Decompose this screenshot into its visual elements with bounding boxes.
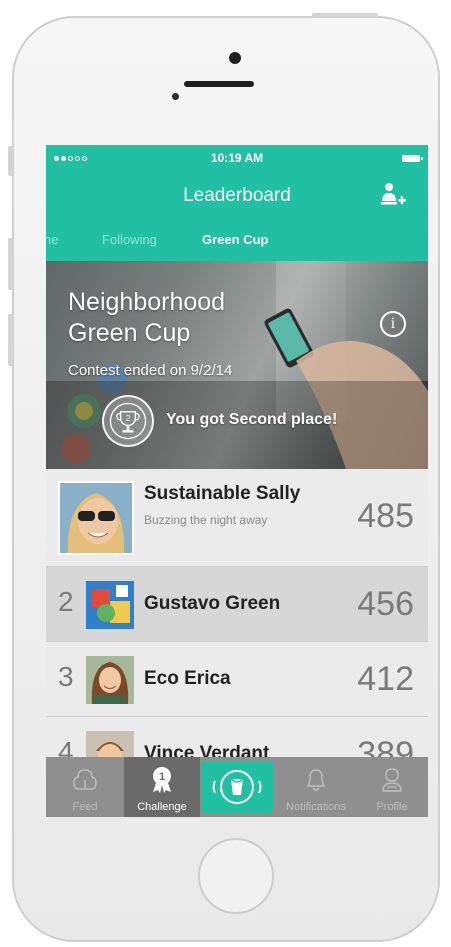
contest-title: Neighborhood Green Cup — [68, 287, 225, 349]
tab-following[interactable]: Following — [102, 232, 157, 247]
player-score: 485 — [357, 497, 414, 535]
contest-banner: Neighborhood Green Cup Contest ended on … — [46, 261, 428, 469]
mute-switch — [8, 146, 13, 176]
player-score: 412 — [357, 660, 414, 698]
contest-title-line1: Neighborhood — [68, 288, 226, 316]
player-name: Eco Erica — [144, 668, 231, 689]
center-action-icon — [212, 770, 262, 804]
placement-message: You got Second place! — [166, 411, 338, 428]
tab-feed[interactable]: Feed — [46, 757, 124, 817]
player-name: Gustavo Green — [144, 593, 281, 614]
center-action-button[interactable] — [201, 761, 273, 813]
proximity-sensor — [172, 93, 179, 100]
volume-up-button — [8, 238, 13, 290]
contest-end-date: Contest ended on 9/2/14 — [68, 362, 233, 379]
status-time: 10:19 AM — [210, 151, 264, 165]
player-score: 456 — [357, 585, 414, 623]
navigation-bar: Leaderboard — [46, 173, 428, 217]
bell-icon — [306, 769, 326, 791]
player-status: Buzzing the night away — [144, 513, 268, 527]
leaderboard-list: Sustainable Sally Buzzing the night away… — [46, 469, 428, 792]
leaderboard-row-2[interactable]: 2 Gustavo Green 456 — [46, 567, 428, 642]
player-rank: 2 — [58, 586, 74, 617]
add-friend-icon[interactable] — [378, 181, 408, 211]
tab-previous[interactable]: ne — [46, 232, 58, 247]
player-name: Sustainable Sally — [144, 483, 301, 504]
page-title: Leaderboard — [183, 185, 291, 206]
power-button — [312, 13, 378, 18]
avatar — [86, 581, 134, 629]
leaderboard-row-1[interactable]: Sustainable Sally Buzzing the night away… — [46, 469, 428, 567]
tab-label: Profile — [376, 801, 408, 813]
profile-icon — [382, 768, 402, 792]
player-rank: 3 — [58, 661, 74, 692]
volume-down-button — [8, 314, 13, 366]
info-icon[interactable]: i — [380, 311, 406, 337]
earpiece-speaker — [184, 75, 254, 93]
tab-green-cup[interactable]: Green Cup — [202, 232, 268, 247]
tab-label: Challenge — [137, 801, 187, 813]
trophy-badge-icon: 2 — [102, 395, 154, 447]
challenge-icon: 1 — [153, 767, 171, 793]
feed-icon — [73, 769, 97, 790]
status-bar: 10:19 AM — [46, 145, 428, 173]
avatar — [58, 481, 134, 555]
battery-icon — [402, 155, 423, 162]
tab-challenge[interactable]: 1 Challenge — [124, 757, 200, 817]
tab-profile[interactable]: Profile — [356, 757, 428, 817]
badge-number: 2 — [126, 413, 131, 423]
app-screen: 10:19 AM Leaderboard ne Following Green … — [46, 145, 428, 817]
challenge-badge: 1 — [159, 771, 165, 783]
home-button[interactable] — [198, 838, 274, 914]
contest-title-line2: Green Cup — [68, 319, 191, 347]
front-camera — [229, 52, 241, 64]
tab-notifications[interactable]: Notifications — [276, 757, 356, 817]
tab-label: Notifications — [286, 801, 346, 813]
avatar — [86, 656, 134, 704]
segment-tabs: ne Following Green Cup — [46, 217, 428, 261]
leaderboard-row-3[interactable]: 3 Eco Erica 412 — [46, 642, 428, 717]
tab-label: Feed — [72, 801, 98, 813]
